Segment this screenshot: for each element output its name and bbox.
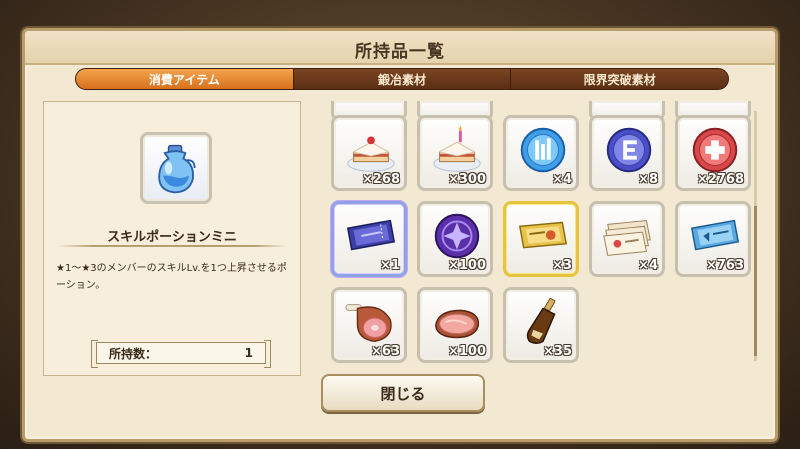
potion-icon bbox=[158, 144, 196, 194]
grid-cell[interactable]: ×100 bbox=[417, 287, 493, 363]
blue-coin-icon bbox=[520, 127, 566, 173]
item-grid: ×268 ×300 ×4 ×8 ×2768 ×1 ×100 ×3 ×4 ×763… bbox=[321, 101, 759, 366]
item-count: ×8 bbox=[638, 172, 658, 187]
item-count: ×3 bbox=[552, 258, 572, 273]
grid-cell[interactable]: ×8 bbox=[589, 115, 665, 191]
owned-value: 1 bbox=[244, 346, 253, 360]
item-count: ×100 bbox=[447, 258, 486, 273]
grid-cell[interactable]: ×2768 bbox=[675, 115, 751, 191]
grid-cell[interactable]: ×4 bbox=[503, 115, 579, 191]
gold-ticket-icon bbox=[518, 221, 568, 249]
grid-cell[interactable]: ×63 bbox=[331, 287, 407, 363]
detail-icon-frame bbox=[140, 132, 212, 204]
close-button[interactable]: 閉じる bbox=[321, 374, 485, 412]
item-count: ×300 bbox=[447, 172, 486, 187]
tab-limit-break-materials[interactable]: 限界突破素材 bbox=[511, 69, 728, 89]
blue-pass-ticket-icon bbox=[690, 219, 740, 251]
purple-coin-icon bbox=[606, 127, 652, 173]
item-count: ×4 bbox=[638, 258, 658, 273]
item-count: ×763 bbox=[705, 258, 744, 273]
item-name: スキルポーションミニ bbox=[107, 230, 237, 245]
grid-cell[interactable]: ×763 bbox=[675, 201, 751, 277]
grid-cell-selected[interactable]: ×1 bbox=[331, 201, 407, 277]
tab-consumables[interactable]: 消費アイテム bbox=[76, 69, 294, 89]
grid-cell-highlighted[interactable]: ×3 bbox=[503, 201, 579, 277]
item-description: ★1～★3のメンバーのスキルLv.を1つ上昇させるポーション。 bbox=[56, 263, 287, 291]
inventory-panel: 所持品一覧 消費アイテム 鍛冶素材 限界突破素材 スキルポーションミニ ★1～★… bbox=[22, 28, 778, 442]
ticket-stack-icon bbox=[603, 220, 651, 256]
grid-cell[interactable]: ×300 bbox=[417, 115, 493, 191]
grid-scrollbar[interactable] bbox=[754, 111, 757, 361]
ham-slice-icon bbox=[435, 309, 480, 339]
cake-slice-candle-icon bbox=[433, 125, 481, 172]
grid-cell[interactable]: ×4 bbox=[589, 201, 665, 277]
item-count: ×100 bbox=[447, 344, 486, 359]
item-count: ×2768 bbox=[696, 172, 744, 187]
owned-label: 所持数： bbox=[109, 346, 158, 361]
item-count: ×35 bbox=[543, 344, 572, 359]
grid-cell[interactable]: ×35 bbox=[503, 287, 579, 363]
owned-count-box: 所持数： 1 bbox=[91, 340, 271, 368]
divider bbox=[58, 245, 288, 247]
scrollbar-thumb[interactable] bbox=[754, 206, 757, 356]
cake-slice-icon bbox=[347, 136, 395, 172]
page-title: 所持品一覧 bbox=[355, 42, 445, 62]
purple-medal-icon bbox=[434, 213, 480, 259]
red-coin-icon bbox=[692, 127, 738, 173]
item-count: ×1 bbox=[380, 258, 400, 273]
ham-bone-icon bbox=[345, 304, 392, 343]
item-detail: スキルポーションミニ ★1～★3のメンバーのスキルLv.を1つ上昇させるポーショ… bbox=[43, 101, 301, 376]
grid-cell[interactable]: ×268 bbox=[331, 115, 407, 191]
category-tabs: 消費アイテム 鍛冶素材 限界突破素材 bbox=[75, 68, 729, 90]
tab-smithing-materials[interactable]: 鍛冶素材 bbox=[294, 69, 512, 89]
panel-header: 所持品一覧 bbox=[25, 31, 775, 65]
grid-cell[interactable]: ×100 bbox=[417, 201, 493, 277]
blue-ticket-icon bbox=[346, 219, 396, 251]
bottle-icon bbox=[526, 297, 556, 344]
item-count: ×63 bbox=[371, 344, 400, 359]
item-count: ×268 bbox=[361, 172, 400, 187]
item-count: ×4 bbox=[552, 172, 572, 187]
